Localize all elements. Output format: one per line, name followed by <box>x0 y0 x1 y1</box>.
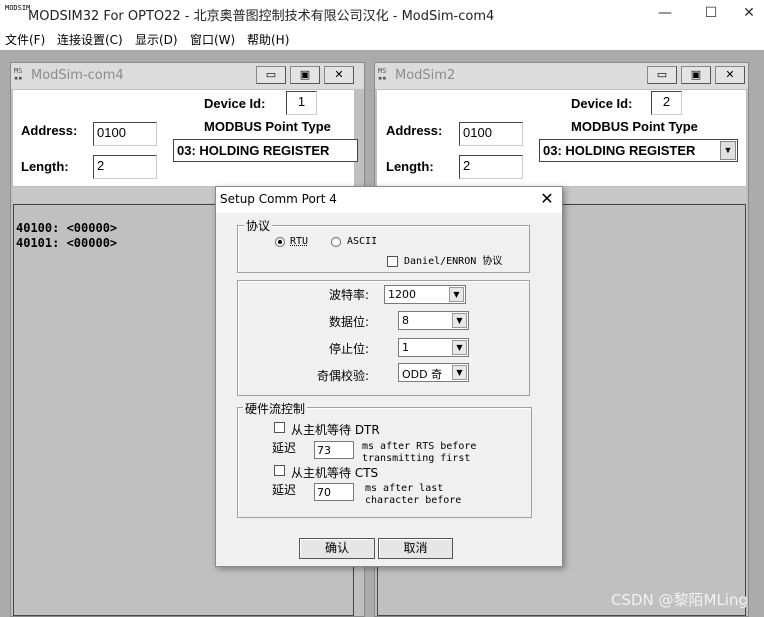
cts-checkbox[interactable] <box>274 465 285 476</box>
chevron-down-icon[interactable]: ▼ <box>452 340 467 355</box>
device-id-label: Device Id: <box>571 96 633 111</box>
cancel-button[interactable]: 取消 <box>378 538 453 559</box>
length-label: Length: <box>386 159 434 174</box>
cts-label-text: 从主机等待 CTS <box>291 466 379 480</box>
title-bar: MODSIM MODSIM32 For OPTO22 - 北京奥普图控制技术有限… <box>0 0 764 28</box>
point-type-select[interactable]: 03: HOLDING REGISTER <box>173 139 358 162</box>
device-id-field[interactable]: 1 <box>286 91 317 115</box>
parity-select[interactable]: ODD 奇 ▼ <box>398 363 469 382</box>
chevron-down-icon[interactable]: ▼ <box>720 141 736 160</box>
setup-comm-port-dialog: Setup Comm Port 4 ✕ 协议 RTU ASCII Daniel/… <box>215 186 563 567</box>
point-type-select[interactable]: 03: HOLDING REGISTER ▼ <box>539 139 738 162</box>
address-field[interactable]: 0100 <box>459 122 523 146</box>
menu-file[interactable]: 文件(F) <box>5 31 45 48</box>
rtu-label[interactable]: RTU <box>290 236 308 248</box>
stop-bits-value: 1 <box>402 341 409 354</box>
parity-label: 奇偶校验: <box>317 369 370 383</box>
dtr-delay-note: ms after RTS before <box>362 441 477 452</box>
baud-rate-select[interactable]: 1200 ▼ <box>384 285 466 304</box>
ascii-radio[interactable] <box>331 237 341 247</box>
data-bits-label: 数据位: <box>329 315 370 329</box>
baud-rate-value: 1200 <box>388 288 416 301</box>
dtr-delay-field[interactable]: 73 <box>314 441 354 459</box>
menu-bar: 文件(F) 连接设置(C) 显示(D) 窗口(W) 帮助(H) <box>0 28 764 50</box>
register-row[interactable]: 40100: <00000> <box>16 221 117 235</box>
close-icon[interactable]: ✕ <box>534 187 560 213</box>
chevron-down-icon[interactable]: ▼ <box>452 313 467 328</box>
protocol-legend: 协议 <box>244 217 273 234</box>
dtr-delay-note: transmitting first <box>362 453 471 464</box>
dialog-title: Setup Comm Port 4 <box>220 192 337 206</box>
cts-delay-note: ms after last <box>365 483 444 494</box>
device-id-label: Device Id: <box>204 96 266 111</box>
point-type-label: MODBUS Point Type <box>571 119 698 134</box>
dtr-label-text: 从主机等待 DTR <box>291 423 380 437</box>
address-label: Address: <box>21 123 78 138</box>
dialog-titlebar: Setup Comm Port 4 ✕ <box>216 187 562 213</box>
stop-bits-label: 停止位: <box>329 342 370 356</box>
rtu-radio[interactable] <box>275 237 285 247</box>
child-title: ModSim2 <box>395 68 456 83</box>
device-id-field[interactable]: 2 <box>651 91 682 115</box>
child-titlebar: MS ▪▪ ModSim-com4 ▭ ▣ ✕ <box>11 63 364 89</box>
dtr-label[interactable]: 从主机等待 DTR <box>291 421 380 438</box>
ascii-label[interactable]: ASCII <box>347 236 377 248</box>
child-maximize-button[interactable]: ▣ <box>290 66 320 84</box>
menu-display[interactable]: 显示(D) <box>135 31 178 48</box>
menu-window[interactable]: 窗口(W) <box>190 31 235 48</box>
data-bits-value: 8 <box>402 314 409 327</box>
maximize-icon[interactable]: ☐ <box>688 0 734 28</box>
ok-button[interactable]: 确认 <box>299 538 375 559</box>
chevron-down-icon[interactable]: ▼ <box>449 287 464 302</box>
child-maximize-button[interactable]: ▣ <box>681 66 711 84</box>
daniel-enron-label[interactable]: Daniel/ENRON 协议 <box>404 256 502 268</box>
config-panel: Device Id: 2 Address: 0100 MODBUS Point … <box>377 90 746 186</box>
dtr-checkbox[interactable] <box>274 422 285 433</box>
cts-delay-note: character before <box>365 495 462 506</box>
point-type-label: MODBUS Point Type <box>204 119 331 134</box>
config-panel: Device Id: 1 Address: 0100 MODBUS Point … <box>13 90 358 186</box>
length-label: Length: <box>21 159 69 174</box>
baud-rate-label: 波特率: <box>329 288 370 302</box>
window-title: MODSIM32 For OPTO22 - 北京奥普图控制技术有限公司汉化 - … <box>28 9 495 24</box>
delay-label: 延迟 <box>272 483 297 497</box>
child-minimize-button[interactable]: ▭ <box>256 66 286 84</box>
cts-delay-field[interactable]: 70 <box>314 483 354 501</box>
chevron-down-icon[interactable]: ▼ <box>452 365 467 380</box>
child-title: ModSim-com4 <box>31 68 124 83</box>
point-type-value: 03: HOLDING REGISTER <box>543 143 696 158</box>
length-field[interactable]: 2 <box>459 155 523 179</box>
length-field[interactable]: 2 <box>93 155 157 179</box>
app-icon: MODSIM <box>5 4 31 12</box>
flow-control-legend: 硬件流控制 <box>243 400 308 417</box>
address-field[interactable]: 0100 <box>93 122 157 146</box>
menu-connection[interactable]: 连接设置(C) <box>57 31 123 48</box>
cts-label[interactable]: 从主机等待 CTS <box>291 464 378 481</box>
menu-help[interactable]: 帮助(H) <box>247 31 289 48</box>
parity-value: ODD 奇 <box>402 368 443 381</box>
data-bits-select[interactable]: 8 ▼ <box>398 311 469 330</box>
daniel-enron-checkbox[interactable] <box>387 256 398 267</box>
minimize-icon[interactable]: — <box>642 0 688 28</box>
child-titlebar: MS ▪▪ ModSim2 ▭ ▣ ✕ <box>375 63 748 89</box>
address-label: Address: <box>386 123 443 138</box>
child-close-button[interactable]: ✕ <box>324 66 354 84</box>
modsim-icon: MS ▪▪ <box>14 67 23 82</box>
close-icon[interactable]: ✕ <box>734 0 764 28</box>
watermark: CSDN @黎陌MLing <box>610 591 748 609</box>
child-close-button[interactable]: ✕ <box>715 66 745 84</box>
register-row[interactable]: 40101: <00000> <box>16 236 117 250</box>
delay-label: 延迟 <box>272 441 297 455</box>
stop-bits-select[interactable]: 1 ▼ <box>398 338 469 357</box>
modsim-icon: MS ▪▪ <box>378 67 387 82</box>
child-minimize-button[interactable]: ▭ <box>647 66 677 84</box>
